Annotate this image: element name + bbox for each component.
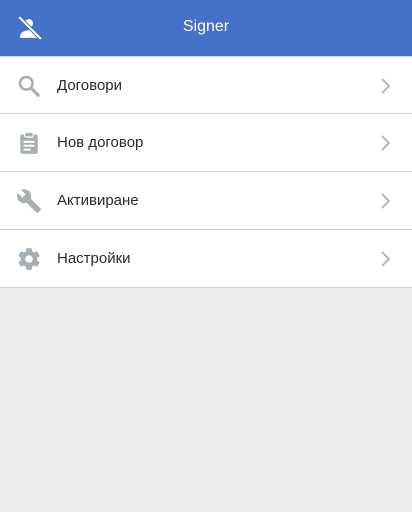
menu-item-label: Активиране <box>57 192 139 209</box>
menu-item-new-contract[interactable]: Нов договор <box>0 114 412 172</box>
app-root: Signer Договори Нов договор Активиране Н… <box>0 0 412 512</box>
app-title: Signer <box>182 18 230 35</box>
clipboard-icon <box>16 130 42 156</box>
chevron-right-icon <box>380 249 392 269</box>
chevron-right-icon <box>380 191 392 211</box>
chevron-right-icon <box>380 133 392 153</box>
menu-item-contracts[interactable]: Договори <box>0 56 412 114</box>
app-header: Signer <box>0 0 412 56</box>
menu-item-label: Нов договор <box>57 134 144 151</box>
menu-item-activation[interactable]: Активиране <box>0 172 412 230</box>
menu-item-label: Договори <box>57 77 123 94</box>
gear-icon <box>16 246 42 272</box>
chevron-right-icon <box>380 76 392 96</box>
menu-item-label: Настройки <box>57 250 131 267</box>
search-icon <box>16 73 42 99</box>
menu-item-settings[interactable]: Настройки <box>0 230 412 288</box>
main-menu: Договори Нов договор Активиране Настройк… <box>0 56 412 288</box>
wrench-icon <box>16 188 42 214</box>
